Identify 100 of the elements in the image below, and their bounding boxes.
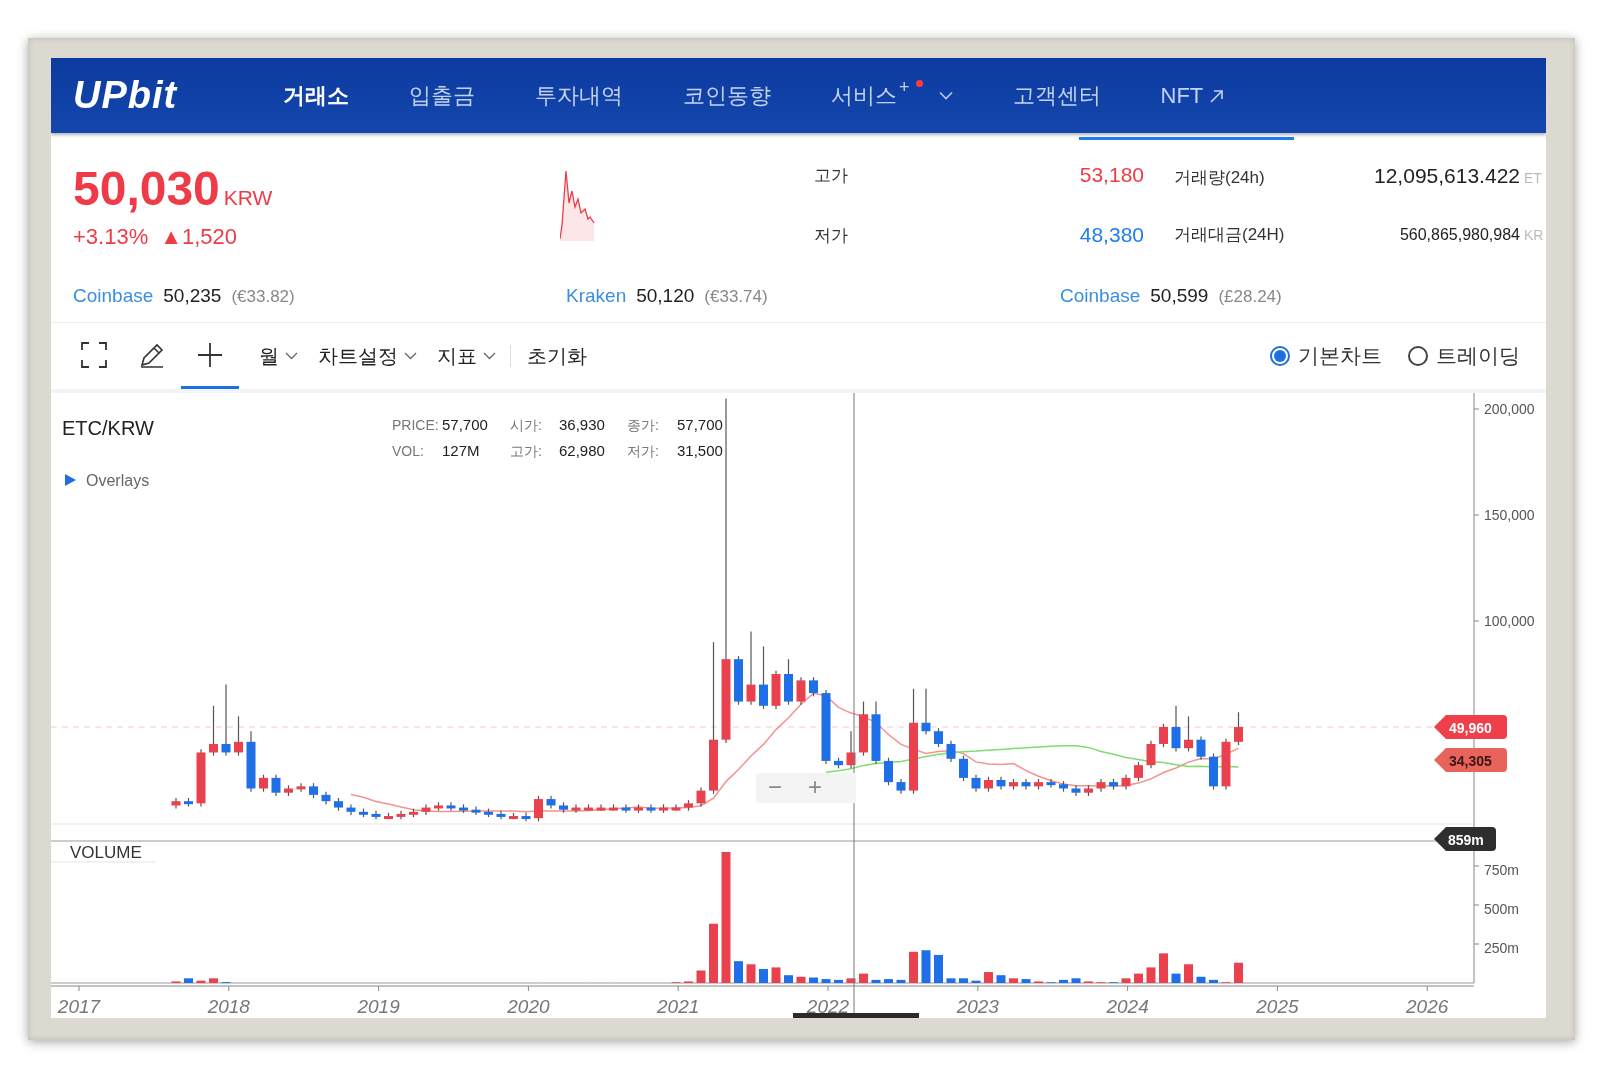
candlestick xyxy=(984,776,993,793)
candlestick xyxy=(371,810,381,820)
axis-tick-label: 750m xyxy=(1484,862,1520,878)
chevron-down-icon xyxy=(285,352,298,360)
dropdown-button[interactable]: 지표 xyxy=(437,323,496,389)
candlestick xyxy=(1109,778,1118,791)
radio-button[interactable] xyxy=(1408,346,1428,366)
exchange-link[interactable]: Kraken xyxy=(566,285,627,307)
nav-tab[interactable]: 고객센터 xyxy=(1012,74,1101,117)
volume-bar xyxy=(959,978,968,983)
exchange-link[interactable]: Coinbase xyxy=(73,285,154,307)
candlestick xyxy=(1071,784,1081,797)
volume-bar xyxy=(184,978,193,983)
candlestick xyxy=(296,782,306,793)
radio-label: 기본차트 xyxy=(1298,343,1382,369)
volume-bar xyxy=(1146,967,1156,983)
logo[interactable]: UPbit xyxy=(73,74,195,117)
legend-label: 고가: xyxy=(510,443,542,459)
legend-value: 36,930 xyxy=(559,416,605,433)
nav-tab[interactable]: 코인동향 xyxy=(683,74,771,117)
nav-tab[interactable]: 투자내역 xyxy=(535,74,623,117)
axis-tick-label: 2026 xyxy=(1406,996,1449,1017)
exchange-price: 50,599 xyxy=(1150,285,1209,307)
candlestick xyxy=(996,776,1006,791)
volume-value: 12,095,613.422 xyxy=(1373,164,1520,188)
stat-label: 저가 xyxy=(814,224,849,247)
volume-bar xyxy=(1134,973,1143,983)
chevron-down-icon xyxy=(483,352,496,360)
axis-tick-label: 2023 xyxy=(956,996,999,1017)
nav-tab[interactable]: NFT xyxy=(1160,76,1224,115)
volume-bar xyxy=(709,923,718,983)
candlestick xyxy=(584,803,593,812)
volume-bar xyxy=(1171,973,1181,983)
candlestick xyxy=(1196,735,1206,761)
exchange-link[interactable]: Coinbase xyxy=(1060,285,1141,307)
reset-button[interactable]: 초기화 xyxy=(527,323,587,389)
legend-label: 저가: xyxy=(627,443,659,459)
volume-bar xyxy=(996,975,1006,983)
chevron-down-icon xyxy=(404,352,417,360)
candlestick xyxy=(921,688,931,735)
dropdown-button[interactable]: 월 xyxy=(259,323,298,389)
candlestick xyxy=(796,676,806,706)
volume-value: 560,865,980,984 xyxy=(1398,226,1520,244)
candlestick xyxy=(1096,778,1106,793)
candlestick xyxy=(1059,780,1068,793)
exchange-price: 50,235 xyxy=(163,285,222,307)
converted-price: (€33.74) xyxy=(704,287,768,307)
volume-bar xyxy=(934,954,943,983)
zoom-out-button[interactable]: − xyxy=(768,773,782,800)
candlestick xyxy=(1121,774,1131,791)
crosshair-icon xyxy=(196,340,224,369)
candlestick xyxy=(734,655,743,706)
candlestick xyxy=(646,803,656,814)
currency-label: KRW xyxy=(223,185,273,210)
candlestick xyxy=(1021,778,1031,791)
candlestick xyxy=(484,808,493,818)
axis-tick-label: 2017 xyxy=(57,996,101,1017)
legend-value: 57,700 xyxy=(442,416,488,433)
volume-bar xyxy=(1234,962,1243,983)
volume-bar xyxy=(809,977,818,983)
legend-label: VOL: xyxy=(392,443,424,459)
candlestick xyxy=(684,799,693,812)
axis-tick-label: 150,000 xyxy=(1484,507,1535,523)
radio-label: 트레이딩 xyxy=(1436,343,1520,369)
candlestick xyxy=(321,791,331,805)
volume-bar xyxy=(209,978,218,983)
candlestick xyxy=(946,740,956,763)
zoom-in-button[interactable]: + xyxy=(808,773,822,800)
candlestick xyxy=(521,812,531,822)
candlestick xyxy=(346,803,356,816)
volume-bar xyxy=(196,980,206,983)
candlestick xyxy=(434,801,443,812)
volume-bar xyxy=(1071,978,1081,983)
candlestick xyxy=(284,784,293,797)
volume-tag: 859m xyxy=(1434,827,1496,851)
candlestick xyxy=(609,803,618,812)
candlestick xyxy=(634,803,643,814)
candlestick xyxy=(784,658,793,706)
volume-label: 거래량(24h) xyxy=(1174,167,1266,189)
axis-tick-label: 250m xyxy=(1484,940,1520,956)
axis-tick-label: 2020 xyxy=(507,996,550,1017)
candlestick xyxy=(396,810,406,820)
symbol-label: ETC/KRW xyxy=(62,417,154,439)
volume-bar xyxy=(984,972,993,983)
candlestick xyxy=(759,645,768,710)
candlestick xyxy=(446,801,456,812)
nav-tab[interactable]: 입출금 xyxy=(409,74,475,117)
candlestick xyxy=(234,715,243,757)
nav-tab[interactable]: 서비스+ xyxy=(831,74,953,117)
candlestick xyxy=(1159,723,1168,748)
legend-value: 62,980 xyxy=(559,442,605,459)
radio-button[interactable] xyxy=(1270,346,1290,366)
nav-tab[interactable]: 거래소 xyxy=(283,74,349,117)
legend-value: 31,500 xyxy=(677,442,723,459)
volume-bar xyxy=(821,979,831,983)
triangle-icon[interactable] xyxy=(65,474,76,486)
candlestick xyxy=(496,810,506,820)
dropdown-button[interactable]: 차트설정 xyxy=(318,323,417,389)
volume-bar xyxy=(921,950,931,983)
candlestick xyxy=(384,812,393,820)
